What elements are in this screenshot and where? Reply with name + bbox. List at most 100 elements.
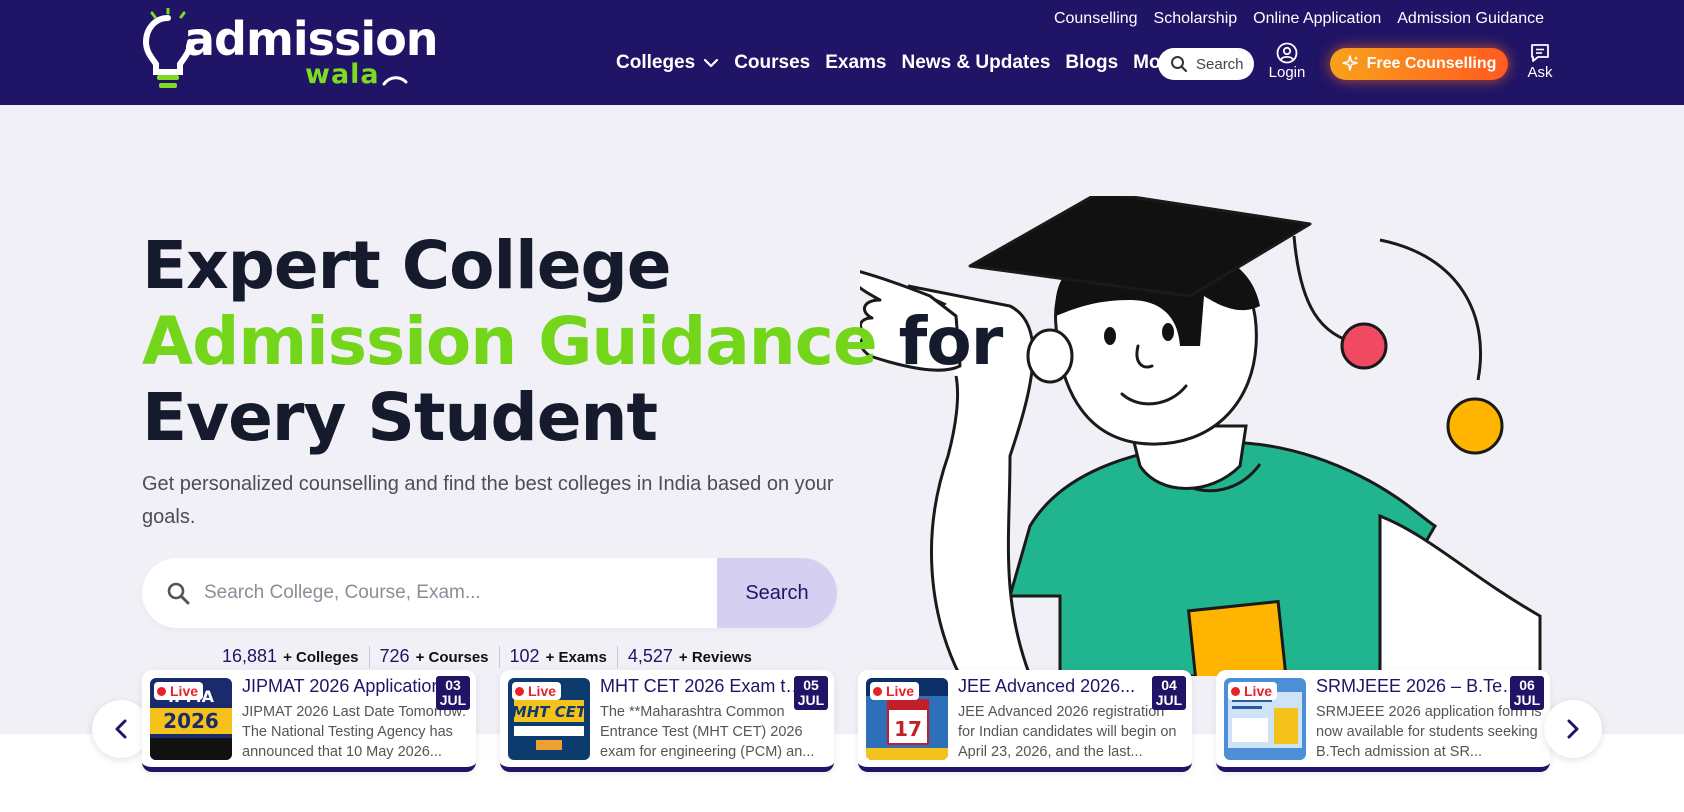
- news-card[interactable]: MHT CET Live MHT CET 2026 Exam to be The…: [500, 670, 834, 772]
- live-badge: Live: [512, 682, 562, 700]
- top-link-admission-guidance[interactable]: Admission Guidance: [1397, 10, 1544, 28]
- ask-label: Ask: [1527, 64, 1553, 81]
- site-logo[interactable]: admission wala: [142, 6, 439, 94]
- news-day: 05: [803, 677, 819, 693]
- search-icon: [1171, 56, 1188, 73]
- news-thumbnail: MHT CET Live: [508, 678, 590, 760]
- news-title: JEE Advanced 2026...: [958, 676, 1136, 696]
- live-label: Live: [886, 683, 915, 699]
- live-label: Live: [528, 683, 557, 699]
- svg-text:MHT CET: MHT CET: [512, 703, 588, 721]
- live-dot-icon: [157, 686, 166, 696]
- stat-label: + Reviews: [678, 649, 752, 666]
- live-label: Live: [1244, 683, 1273, 699]
- news-card[interactable]: Live SRMJEEE 2026 – B.Tech... SRMJEEE 20…: [1216, 670, 1550, 772]
- logo-word-wala: wala: [305, 59, 380, 90]
- live-dot-icon: [515, 686, 524, 696]
- live-dot-icon: [1231, 686, 1240, 696]
- chevron-right-icon: [1567, 719, 1579, 739]
- news-thumbnail: 17 Live: [866, 678, 948, 760]
- news-day: 06: [1519, 677, 1535, 693]
- site-header: admission wala Counselling Scholarship O…: [0, 0, 1684, 105]
- news-title: SRMJEEE 2026 – B.Tech...: [1316, 676, 1526, 696]
- news-month: JUL: [439, 692, 467, 708]
- header-search-label: Search: [1196, 55, 1244, 73]
- chevron-down-icon: [704, 58, 719, 68]
- top-links: Counselling Scholarship Online Applicati…: [1054, 10, 1544, 28]
- nav-courses[interactable]: Courses: [734, 52, 810, 74]
- news-thumbnail: 2026 IPMA Live: [150, 678, 232, 760]
- main-nav: Colleges Courses Exams News & Updates Bl…: [616, 52, 1203, 74]
- news-description: The **Maharashtra Common Entrance Test (…: [600, 704, 815, 760]
- news-date-badge: 03 JUL: [436, 676, 470, 710]
- svg-text:17: 17: [894, 717, 922, 741]
- login-button[interactable]: Login: [1266, 42, 1308, 81]
- stat-reviews: 4,527 + Reviews: [628, 646, 762, 668]
- news-description: JIPMAT 2026 Last Date Tomorrow: The Nati…: [242, 704, 467, 760]
- nav-news-label: News & Updates: [901, 52, 1051, 73]
- news-date-badge: 06 JUL: [1510, 676, 1544, 710]
- news-description: SRMJEEE 2026 application form is now ava…: [1316, 704, 1542, 760]
- chevron-left-icon: [115, 719, 127, 739]
- nav-exams-label: Exams: [825, 52, 887, 73]
- news-card[interactable]: 2026 IPMA Live JIPMAT 2026 Application J…: [142, 670, 476, 772]
- news-card[interactable]: 17 Live JEE Advanced 2026... JEE Advance…: [858, 670, 1192, 772]
- hero-title-highlight: Admission Guidance: [142, 303, 878, 380]
- stat-label: + Colleges: [283, 649, 359, 666]
- hero-search-input[interactable]: [204, 558, 704, 628]
- news-date-badge: 04 JUL: [1152, 676, 1186, 710]
- news-month: JUL: [797, 692, 825, 708]
- nav-courses-label: Courses: [734, 52, 811, 73]
- hero-search-button[interactable]: Search: [717, 558, 837, 628]
- nav-news-updates[interactable]: News & Updates: [902, 52, 1051, 74]
- stats-bar: 16,881 + Colleges 726 + Courses 102 + Ex…: [222, 646, 772, 668]
- top-link-counselling[interactable]: Counselling: [1054, 10, 1138, 28]
- news-title: JIPMAT 2026 Application: [242, 676, 442, 696]
- free-counselling-button[interactable]: Free Counselling: [1330, 48, 1508, 80]
- header-search-button[interactable]: Search: [1158, 48, 1254, 80]
- news-description: JEE Advanced 2026 registration for India…: [958, 704, 1177, 760]
- ask-button[interactable]: Ask: [1520, 42, 1560, 81]
- hero-subtitle: Get personalized counselling and find th…: [142, 473, 834, 528]
- stat-value: 726: [379, 646, 410, 666]
- free-counselling-label: Free Counselling: [1366, 55, 1497, 72]
- live-badge: Live: [870, 682, 920, 700]
- top-link-scholarship[interactable]: Scholarship: [1154, 10, 1238, 28]
- stat-exams: 102 + Exams: [510, 646, 618, 668]
- live-badge: Live: [1228, 682, 1278, 700]
- live-badge: Live: [154, 682, 204, 700]
- svg-text:2026: 2026: [163, 709, 219, 733]
- nav-colleges[interactable]: Colleges: [616, 52, 719, 74]
- news-title: MHT CET 2026 Exam to be: [600, 676, 810, 696]
- stat-colleges: 16,881 + Colleges: [222, 646, 370, 668]
- logo-word-admission: admission: [184, 12, 439, 66]
- stat-value: 102: [509, 646, 540, 666]
- news-month: JUL: [1513, 692, 1541, 708]
- stat-label: + Exams: [545, 649, 607, 666]
- hero-title-part1: Expert College: [142, 227, 672, 304]
- user-circle-icon: [1276, 42, 1298, 64]
- news-day: 04: [1161, 677, 1177, 693]
- nav-blogs-label: Blogs: [1065, 52, 1119, 73]
- search-icon: [167, 582, 190, 605]
- news-month: JUL: [1155, 692, 1183, 708]
- stat-value: 16,881: [222, 646, 278, 666]
- nav-colleges-label: Colleges: [616, 52, 696, 73]
- stat-value: 4,527: [627, 646, 673, 666]
- news-next-button[interactable]: [1544, 700, 1602, 758]
- news-day: 03: [445, 677, 461, 693]
- stat-courses: 726 + Courses: [380, 646, 500, 668]
- news-date-badge: 05 JUL: [794, 676, 828, 710]
- top-link-online-application[interactable]: Online Application: [1253, 10, 1381, 28]
- live-label: Live: [170, 683, 199, 699]
- stat-label: + Courses: [415, 649, 489, 666]
- chat-icon: [1531, 44, 1549, 62]
- hero-title: Expert College Admission Guidance for Ev…: [142, 228, 1042, 456]
- logo-swoosh-icon: [382, 76, 408, 86]
- login-label: Login: [1268, 64, 1306, 81]
- nav-blogs[interactable]: Blogs: [1065, 52, 1118, 74]
- live-dot-icon: [873, 686, 882, 696]
- sparkle-icon: [1341, 55, 1358, 71]
- hero-search-bar: Search: [142, 558, 837, 628]
- nav-exams[interactable]: Exams: [825, 52, 886, 74]
